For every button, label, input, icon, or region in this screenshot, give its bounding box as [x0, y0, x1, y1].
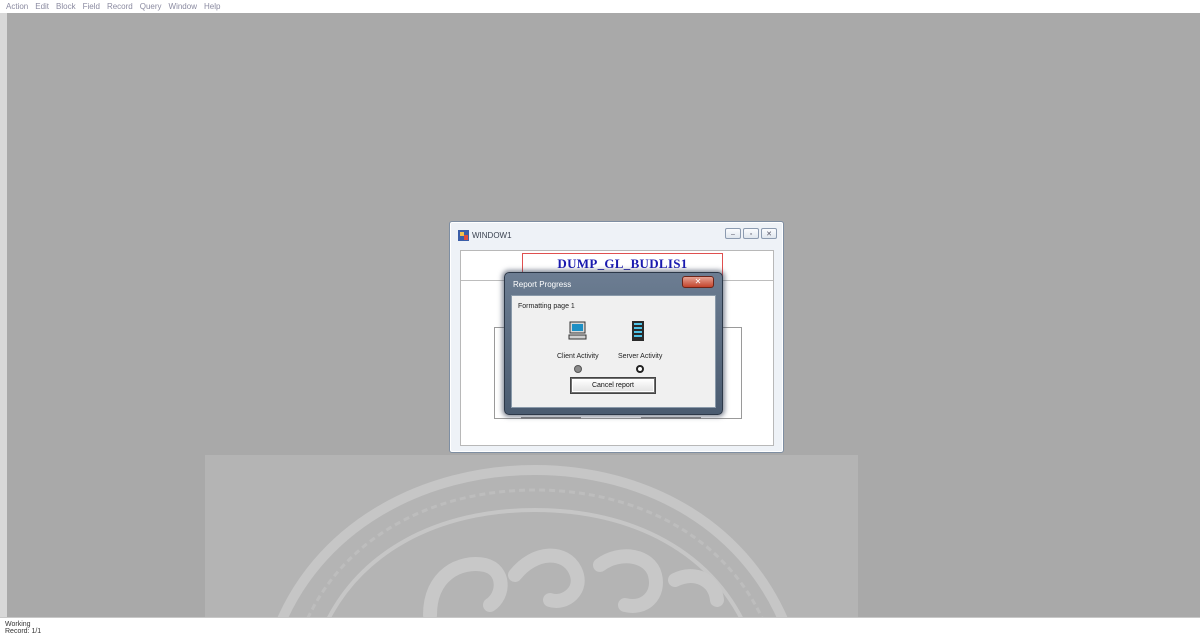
server-activity-indicator [636, 365, 644, 373]
menu-record[interactable]: Record [107, 2, 133, 11]
form-underline-right [641, 417, 701, 419]
maximize-button[interactable]: ▫ [743, 228, 759, 239]
form-underline-left [521, 417, 581, 419]
menu-field[interactable]: Field [83, 2, 100, 11]
client-activity-label: Client Activity [557, 353, 599, 360]
dialog-body: Formatting page 1 Client Activity Server… [511, 295, 716, 408]
dialog-close-button[interactable]: ✕ [682, 276, 714, 288]
server-activity-label: Server Activity [618, 353, 663, 360]
menu-query[interactable]: Query [140, 2, 162, 11]
progress-status: Formatting page 1 [518, 303, 575, 310]
window-title: WINDOW1 [472, 231, 512, 240]
close-button[interactable]: ✕ [761, 228, 777, 239]
report-progress-dialog: Report Progress ✕ Formatting page 1 Clie… [504, 272, 723, 415]
server-icon [632, 321, 644, 341]
menu-window[interactable]: Window [169, 2, 197, 11]
window-titlebar: WINDOW1 [458, 230, 512, 241]
left-edge [0, 13, 7, 618]
app-icon [458, 230, 469, 241]
menu-block[interactable]: Block [56, 2, 76, 11]
cancel-report-button[interactable]: Cancel report [571, 378, 655, 393]
menu-edit[interactable]: Edit [35, 2, 49, 11]
client-activity-indicator [574, 365, 582, 373]
dialog-title: Report Progress [513, 280, 572, 289]
watermark [205, 455, 858, 637]
minimize-button[interactable]: – [725, 228, 741, 239]
status-bar: Working Record: 1/1 [0, 617, 1200, 637]
menu-help[interactable]: Help [204, 2, 220, 11]
window-controls: – ▫ ✕ [723, 228, 777, 239]
watermark-seal [270, 464, 795, 637]
client-computer-icon [568, 321, 587, 340]
record-indicator: Record: 1/1 [5, 628, 42, 635]
form-title: DUMP_GL_BUDLIS1 [557, 256, 688, 271]
status-message: Working [5, 621, 31, 628]
menu-bar: Action Edit Block Field Record Query Win… [0, 0, 1200, 13]
menu-action[interactable]: Action [6, 2, 28, 11]
